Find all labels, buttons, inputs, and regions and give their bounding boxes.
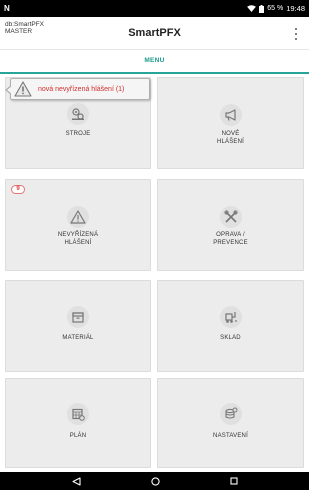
navigation-bar — [0, 472, 309, 490]
tile-label: NEVYŘÍZENÁ HLÁŠENÍ — [57, 232, 99, 246]
notification-tooltip[interactable]: nová nevyřízená hlášení (1) — [5, 78, 150, 100]
tools-icon — [219, 206, 242, 228]
machines-icon — [67, 103, 89, 125]
tile-label: PLÁN — [69, 433, 87, 439]
tab-menu[interactable]: MENU — [0, 57, 309, 64]
tile-label: STROJE — [65, 131, 91, 137]
tile-nastaveni[interactable]: NASTAVENÍ — [157, 378, 304, 468]
notification-text: nová nevyřízená hlášení (1) — [38, 85, 125, 93]
tile-nevyrizena-hlaseni[interactable]: 9 NEVYŘÍZENÁ HLÁŠENÍ — [5, 179, 151, 271]
back-triangle-icon[interactable] — [71, 476, 81, 486]
forklift-icon — [219, 306, 242, 328]
settings-database-icon — [219, 403, 242, 425]
warning-icon — [14, 81, 32, 97]
tile-nove-hlaseni[interactable]: NOVÉ HLÁŠENÍ — [157, 77, 304, 169]
wifi-icon — [247, 5, 257, 12]
megaphone-icon — [219, 104, 242, 126]
tile-label: NASTAVENÍ — [213, 433, 248, 439]
tile-label: MATERIÁL — [62, 335, 94, 341]
battery-percent: 65 % — [267, 5, 284, 12]
notification-glyph: N — [4, 4, 10, 13]
tile-label: NOVÉ HLÁŠENÍ — [216, 131, 245, 145]
recents-square-icon[interactable] — [229, 477, 238, 485]
tab-indicator — [0, 72, 309, 74]
calendar-plan-icon — [67, 403, 89, 425]
status-time: 19:48 — [286, 4, 305, 13]
app-bar: db:SmartPFX MASTER SmartPFX — [0, 17, 309, 50]
tile-label: OPRAVA / PREVENCE — [213, 232, 248, 246]
tab-bar: MENU — [0, 50, 309, 74]
more-vert-icon[interactable] — [293, 28, 299, 40]
tile-material[interactable]: MATERIÁL — [5, 280, 151, 372]
material-box-icon — [67, 306, 89, 328]
home-circle-icon[interactable] — [150, 476, 160, 486]
tile-sklad[interactable]: SKLAD — [157, 280, 304, 372]
warning-icon — [67, 206, 89, 228]
tile-label: SKLAD — [220, 335, 241, 341]
battery-icon — [259, 4, 265, 13]
status-bar: N 65 % 19:48 — [0, 0, 309, 17]
tile-plan[interactable]: PLÁN — [5, 378, 151, 468]
tile-oprava-prevence[interactable]: OPRAVA / PREVENCE — [157, 179, 304, 271]
app-title: SmartPFX — [128, 27, 181, 39]
unresolved-count-badge: 9 — [11, 185, 25, 194]
